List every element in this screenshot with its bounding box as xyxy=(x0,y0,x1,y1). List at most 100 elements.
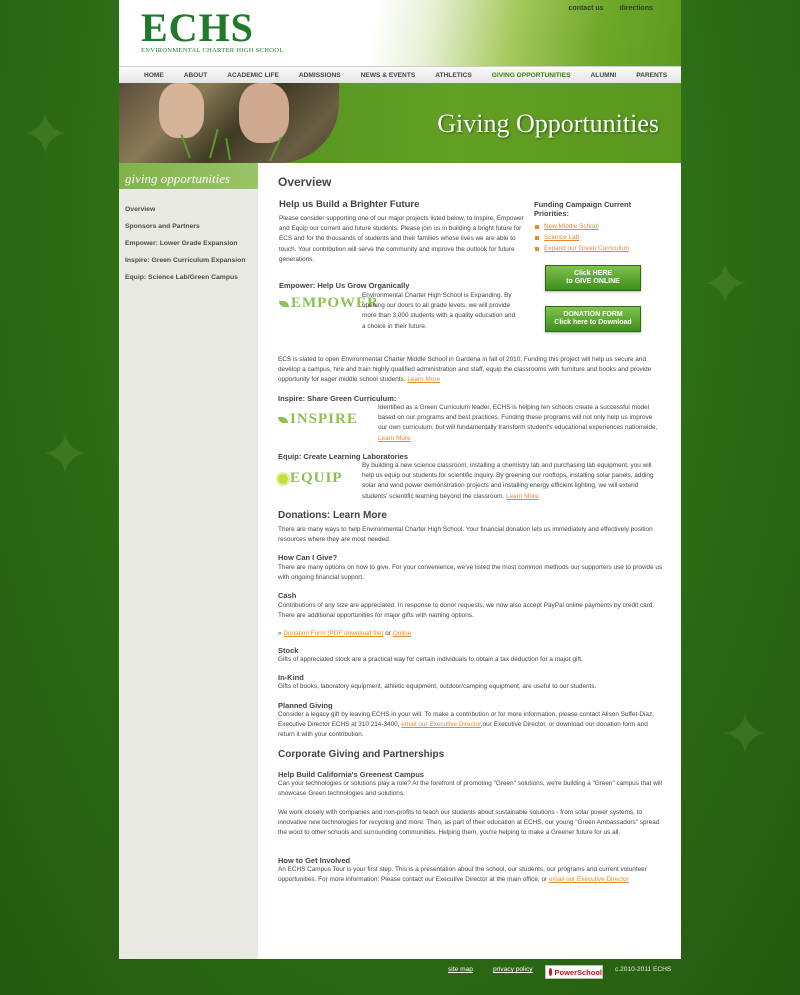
equip-text-block: By building a new science classroom, ins… xyxy=(362,461,664,502)
nav-admissions[interactable]: ADMISSIONS xyxy=(289,72,351,79)
site-map-link[interactable]: site map xyxy=(448,966,473,973)
background-leaf: ✦ xyxy=(20,101,71,168)
inspire-text: Identified as a Green Curriculum leader,… xyxy=(378,404,658,432)
funding-link-middle-school[interactable]: New Middle School xyxy=(544,223,599,230)
equip-learn-more-link[interactable]: Learn More xyxy=(506,493,539,500)
cash-bullet: » xyxy=(278,630,282,637)
apple-icon xyxy=(549,968,553,976)
inkind-text: Gifts of books, laboratory equipment, at… xyxy=(278,683,597,690)
banner-photo xyxy=(119,83,339,163)
give-btn-line1: Click HERE xyxy=(573,270,613,277)
background-leaf: ✦ xyxy=(720,701,771,768)
inkind-title: In-Kind xyxy=(278,673,304,682)
empower-text: Environmental Charter High School is Exp… xyxy=(362,292,516,330)
background-leaf: ✦ xyxy=(40,421,91,488)
sun-icon xyxy=(278,473,288,484)
nav-parents[interactable]: PARENTS xyxy=(626,72,677,79)
nav-home[interactable]: HOME xyxy=(119,72,174,79)
inspire-logo: INSPIRE xyxy=(278,411,358,428)
cash-or-text: or xyxy=(385,630,391,637)
inspire-learn-more-link[interactable]: Learn More xyxy=(378,435,411,442)
planned-text-block: Consider a legacy gift by leaving ECHS i… xyxy=(278,710,666,741)
work-closely-text: We work closely with companies and non-p… xyxy=(278,809,660,837)
planned-title: Planned Giving xyxy=(278,701,333,710)
give-online-button[interactable]: Click HERE to GIVE ONLINE xyxy=(545,265,641,291)
get-involved-title: How to Get Involved xyxy=(278,856,351,865)
sidebar-item-inspire[interactable]: Inspire: Green Curriculum Expansion xyxy=(119,252,258,269)
how-give-title: How Can I Give? xyxy=(278,553,338,562)
empower-title: Empower: Help Us Grow Organically xyxy=(279,281,410,290)
nav-alumni[interactable]: ALUMNI xyxy=(581,72,627,79)
funding-list: New Middle School Science Lab Expand our… xyxy=(534,221,654,254)
page-container: ECHS ENVIRONMENTAL CHARTER HIGH SCHOOL c… xyxy=(119,0,681,995)
nav-academic-life[interactable]: ACADEMIC LIFE xyxy=(217,72,289,79)
sidebar: giving opportunities Overview Sponsors a… xyxy=(119,163,258,959)
powerschool-logo[interactable]: PowerSchool xyxy=(545,965,603,979)
leaf-icon xyxy=(279,300,289,307)
cash-links: » Donation Form (PDF download file) or O… xyxy=(278,629,411,639)
equip-title: Equip: Create Learning Laboratories xyxy=(278,452,409,461)
get-involved-email-link[interactable]: email our Executive Director xyxy=(549,876,629,883)
directions-link[interactable]: directions xyxy=(620,5,653,12)
logo-subtitle: ENVIRONMENTAL CHARTER HIGH SCHOOL xyxy=(141,47,284,54)
banner-title: Giving Opportunities xyxy=(437,109,659,138)
give-btn-line2: to GIVE ONLINE xyxy=(566,278,620,285)
logo-text: ECHS xyxy=(141,5,254,50)
empower-learn-more-link[interactable]: Learn More xyxy=(407,376,440,383)
form-btn-line1: DONATION FORM xyxy=(563,311,623,318)
inspire-logo-text: INSPIRE xyxy=(290,411,358,427)
inspire-title: Inspire: Share Green Curriculum: xyxy=(278,394,397,403)
funding-title: Funding Campaign Current Priorities: xyxy=(534,200,632,218)
nav-athletics[interactable]: ATHLETICS xyxy=(425,72,482,79)
leaf-icon xyxy=(278,416,288,423)
funding-item[interactable]: Science Lab xyxy=(534,232,654,243)
intro-text: Please consider supporting one of our ma… xyxy=(279,215,524,263)
site-header: ECHS ENVIRONMENTAL CHARTER HIGH SCHOOL c… xyxy=(119,0,681,66)
equip-logo: EQUIP xyxy=(278,470,343,487)
funding-link-green-curriculum[interactable]: Expand our Green Curriculum xyxy=(544,245,629,252)
main-content: Overview Help us Build a Brighter Future… xyxy=(258,163,681,959)
cash-text: Contributions of any size are appreciate… xyxy=(278,602,655,620)
corporate-title: Corporate Giving and Partnerships xyxy=(278,749,445,760)
copyright-text: c.2010-2011 ECHS xyxy=(615,966,672,973)
donation-form-pdf-link[interactable]: Donation Form (PDF download file) xyxy=(283,630,383,637)
top-links: contact us directions xyxy=(569,5,653,12)
inspire-text-block: Identified as a Green Curriculum leader,… xyxy=(378,403,663,444)
site-footer: site map privacy policy PowerSchool c.20… xyxy=(119,959,681,995)
nav-giving-opportunities[interactable]: GIVING OPPORTUNITIES xyxy=(482,72,581,79)
school-logo[interactable]: ECHS ENVIRONMENTAL CHARTER HIGH SCHOOL xyxy=(141,5,284,55)
powerschool-text: PowerSchool xyxy=(554,967,602,977)
help-build-title: Help Build California's Greenest Campus xyxy=(278,770,424,779)
main-nav: HOME ABOUT ACADEMIC LIFE ADMISSIONS NEWS… xyxy=(119,66,681,84)
sidebar-item-overview[interactable]: Overview xyxy=(119,201,258,218)
empower-text-2: ECS is slated to open Environmental Char… xyxy=(278,355,658,386)
sidebar-list: Overview Sponsors and Partners Empower: … xyxy=(119,201,258,286)
form-btn-line2: Click here to Download xyxy=(554,319,632,326)
donations-intro: There are many ways to help Environmenta… xyxy=(278,526,653,544)
donate-online-link[interactable]: Online xyxy=(393,630,411,637)
get-involved-block: An ECHS Campus Tour is your first step. … xyxy=(278,865,666,885)
page-banner: Giving Opportunities xyxy=(119,83,681,163)
privacy-policy-link[interactable]: privacy policy xyxy=(493,966,533,973)
intro-title: Help us Build a Brighter Future xyxy=(279,199,420,210)
sidebar-title: giving opportunities xyxy=(119,163,258,189)
donation-form-button[interactable]: DONATION FORM Click here to Download xyxy=(545,306,641,332)
funding-box: Funding Campaign Current Priorities: New… xyxy=(534,200,654,254)
nav-about[interactable]: ABOUT xyxy=(174,72,217,79)
sidebar-item-equip[interactable]: Equip: Science Lab/Green Campus xyxy=(119,269,258,286)
sidebar-item-sponsors[interactable]: Sponsors and Partners xyxy=(119,218,258,235)
funding-link-science-lab[interactable]: Science Lab xyxy=(544,234,579,241)
how-give-text: There are many options on how to give. F… xyxy=(278,564,663,582)
funding-item[interactable]: Expand our Green Curriculum xyxy=(534,243,654,254)
planned-email-link[interactable]: email our Executive Director xyxy=(401,721,481,728)
sidebar-item-empower[interactable]: Empower: Lower Grade Expansion xyxy=(119,235,258,252)
empower-paragraph: ECS is slated to open Environmental Char… xyxy=(278,356,652,384)
background-leaf: ✦ xyxy=(700,251,751,318)
contact-us-link[interactable]: contact us xyxy=(569,5,604,12)
nav-news-events[interactable]: NEWS & EVENTS xyxy=(351,72,426,79)
stock-text: Gifts of appreciated stock are a practic… xyxy=(278,656,583,663)
funding-item[interactable]: New Middle School xyxy=(534,221,654,232)
stock-title: Stock xyxy=(278,646,299,655)
donations-title: Donations: Learn More xyxy=(278,510,387,521)
help-build-text: Can your technologies or solutions play … xyxy=(278,780,662,798)
